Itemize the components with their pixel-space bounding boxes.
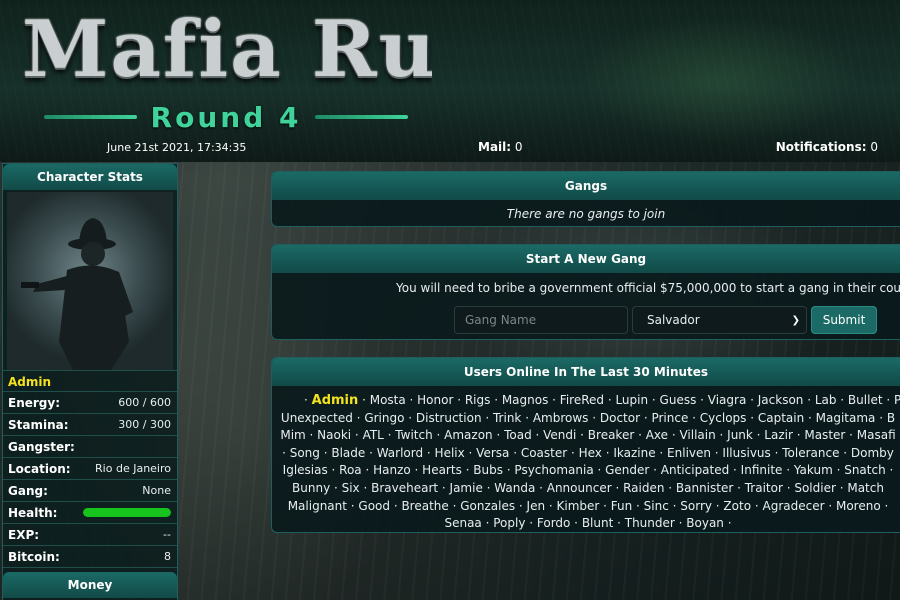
stat-energy: Energy: 600 / 600	[3, 392, 177, 414]
stat-gang-label: Gang:	[8, 483, 48, 498]
gangster-silhouette-icon	[21, 218, 133, 370]
stat-bitcoin-value: 8	[164, 550, 171, 563]
users-online-panel: Users Online In The Last 30 Minutes · Ad…	[271, 357, 900, 533]
users-online-line[interactable]: Unexpected · Gringo · Distruction · Trin…	[276, 410, 900, 428]
gang-location-select[interactable]: Salvador ❯	[632, 306, 807, 334]
gangs-title: Gangs	[272, 172, 900, 200]
users-online-title: Users Online In The Last 30 Minutes	[272, 358, 900, 386]
users-online-line[interactable]: Senaa · Poply · Fordo · Blunt · Thunder …	[276, 515, 900, 533]
site-header: Mafia Rules Round 4 June 21st 2021, 17:3…	[0, 0, 900, 162]
top-info-bar: June 21st 2021, 17:34:35 Mail: 0 Notific…	[0, 138, 900, 158]
gang-name-input[interactable]	[454, 306, 628, 334]
stat-stamina-value: 300 / 300	[118, 418, 171, 431]
gangs-empty-message: There are no gangs to join	[506, 207, 666, 221]
chevron-down-icon: ❯	[791, 314, 800, 326]
notifications-link[interactable]: Notifications: 0	[776, 140, 878, 154]
stat-health: Health:	[3, 502, 177, 524]
stat-bitcoin-label: Bitcoin:	[8, 549, 60, 564]
users-online-line[interactable]: Bunny · Six · Braveheart · Jamie · Wanda…	[276, 480, 900, 498]
stat-gangster-label: Gangster:	[8, 439, 75, 454]
users-online-line[interactable]: · Song · Blade · Warlord · Helix · Versa…	[276, 445, 900, 463]
users-online-list: · Admin · Mosta · Honor · Rigs · Magnos …	[272, 386, 900, 533]
username[interactable]: Admin	[3, 370, 177, 392]
stat-gang-value: None	[142, 484, 171, 497]
logo-subtitle: Round 4	[150, 100, 302, 134]
new-gang-panel: Start A New Gang You will need to bribe …	[271, 244, 900, 340]
stat-stamina: Stamina: 300 / 300	[3, 414, 177, 436]
stat-exp: EXP: --	[3, 524, 177, 546]
character-stats-panel: Character Stats Admin Energy: 600 / 600 …	[2, 163, 178, 600]
new-gang-message: You will need to bribe a government offi…	[396, 281, 900, 295]
stat-exp-label: EXP:	[8, 527, 40, 542]
gangs-panel: Gangs There are no gangs to join	[271, 171, 900, 227]
stat-location: Location: Rio de Janeiro	[3, 458, 177, 480]
notifications-count: 0	[870, 140, 878, 154]
users-online-line[interactable]: Iglesias · Roa · Hanzo · Hearts · Bubs ·…	[276, 462, 900, 480]
users-online-line[interactable]: Malignant · Good · Breathe · Gonzales · …	[276, 498, 900, 516]
stat-location-value: Rio de Janeiro	[95, 462, 171, 475]
server-date: June 21st 2021, 17:34:35	[107, 141, 247, 154]
character-stats-title: Character Stats	[3, 164, 177, 190]
mail-count: 0	[514, 140, 523, 154]
users-online-line: · Admin · Mosta · Honor · Rigs · Magnos …	[304, 393, 900, 408]
submit-button[interactable]: Submit	[811, 306, 877, 334]
stat-gangster: Gangster:	[3, 436, 177, 458]
money-title: Money	[3, 572, 177, 598]
new-gang-form: Salvador ❯ Submit	[454, 306, 877, 334]
new-gang-title: Start A New Gang	[272, 245, 900, 273]
stat-energy-label: Energy:	[8, 395, 61, 410]
health-bar	[83, 508, 171, 517]
logo-line-right	[315, 115, 408, 119]
stat-stamina-label: Stamina:	[8, 417, 69, 432]
logo-subtitle-wrap: Round 4	[44, 100, 408, 134]
gang-location-selected: Salvador	[647, 313, 700, 327]
notifications-label: Notifications:	[775, 140, 867, 154]
mail-link[interactable]: Mail: 0	[478, 140, 523, 154]
stat-energy-value: 600 / 600	[118, 396, 171, 409]
mail-label: Mail:	[478, 140, 512, 154]
health-bar-fill	[83, 508, 171, 517]
site-logo[interactable]: Mafia Rules	[22, 4, 432, 96]
stat-bitcoin: Bitcoin: 8	[3, 546, 177, 568]
online-user-current[interactable]: Admin	[312, 393, 359, 408]
stat-gang: Gang: None	[3, 480, 177, 502]
users-online-line[interactable]: Mim · Naoki · ATL · Twitch · Amazon · To…	[276, 427, 900, 445]
stat-health-label: Health:	[8, 505, 58, 520]
online-users-text[interactable]: · Mosta · Honor · Rigs · Magnos · FireRe…	[358, 393, 900, 407]
stat-exp-value: --	[163, 528, 171, 541]
avatar[interactable]	[7, 192, 173, 370]
stat-location-label: Location:	[8, 461, 71, 476]
logo-line-left	[44, 115, 137, 119]
